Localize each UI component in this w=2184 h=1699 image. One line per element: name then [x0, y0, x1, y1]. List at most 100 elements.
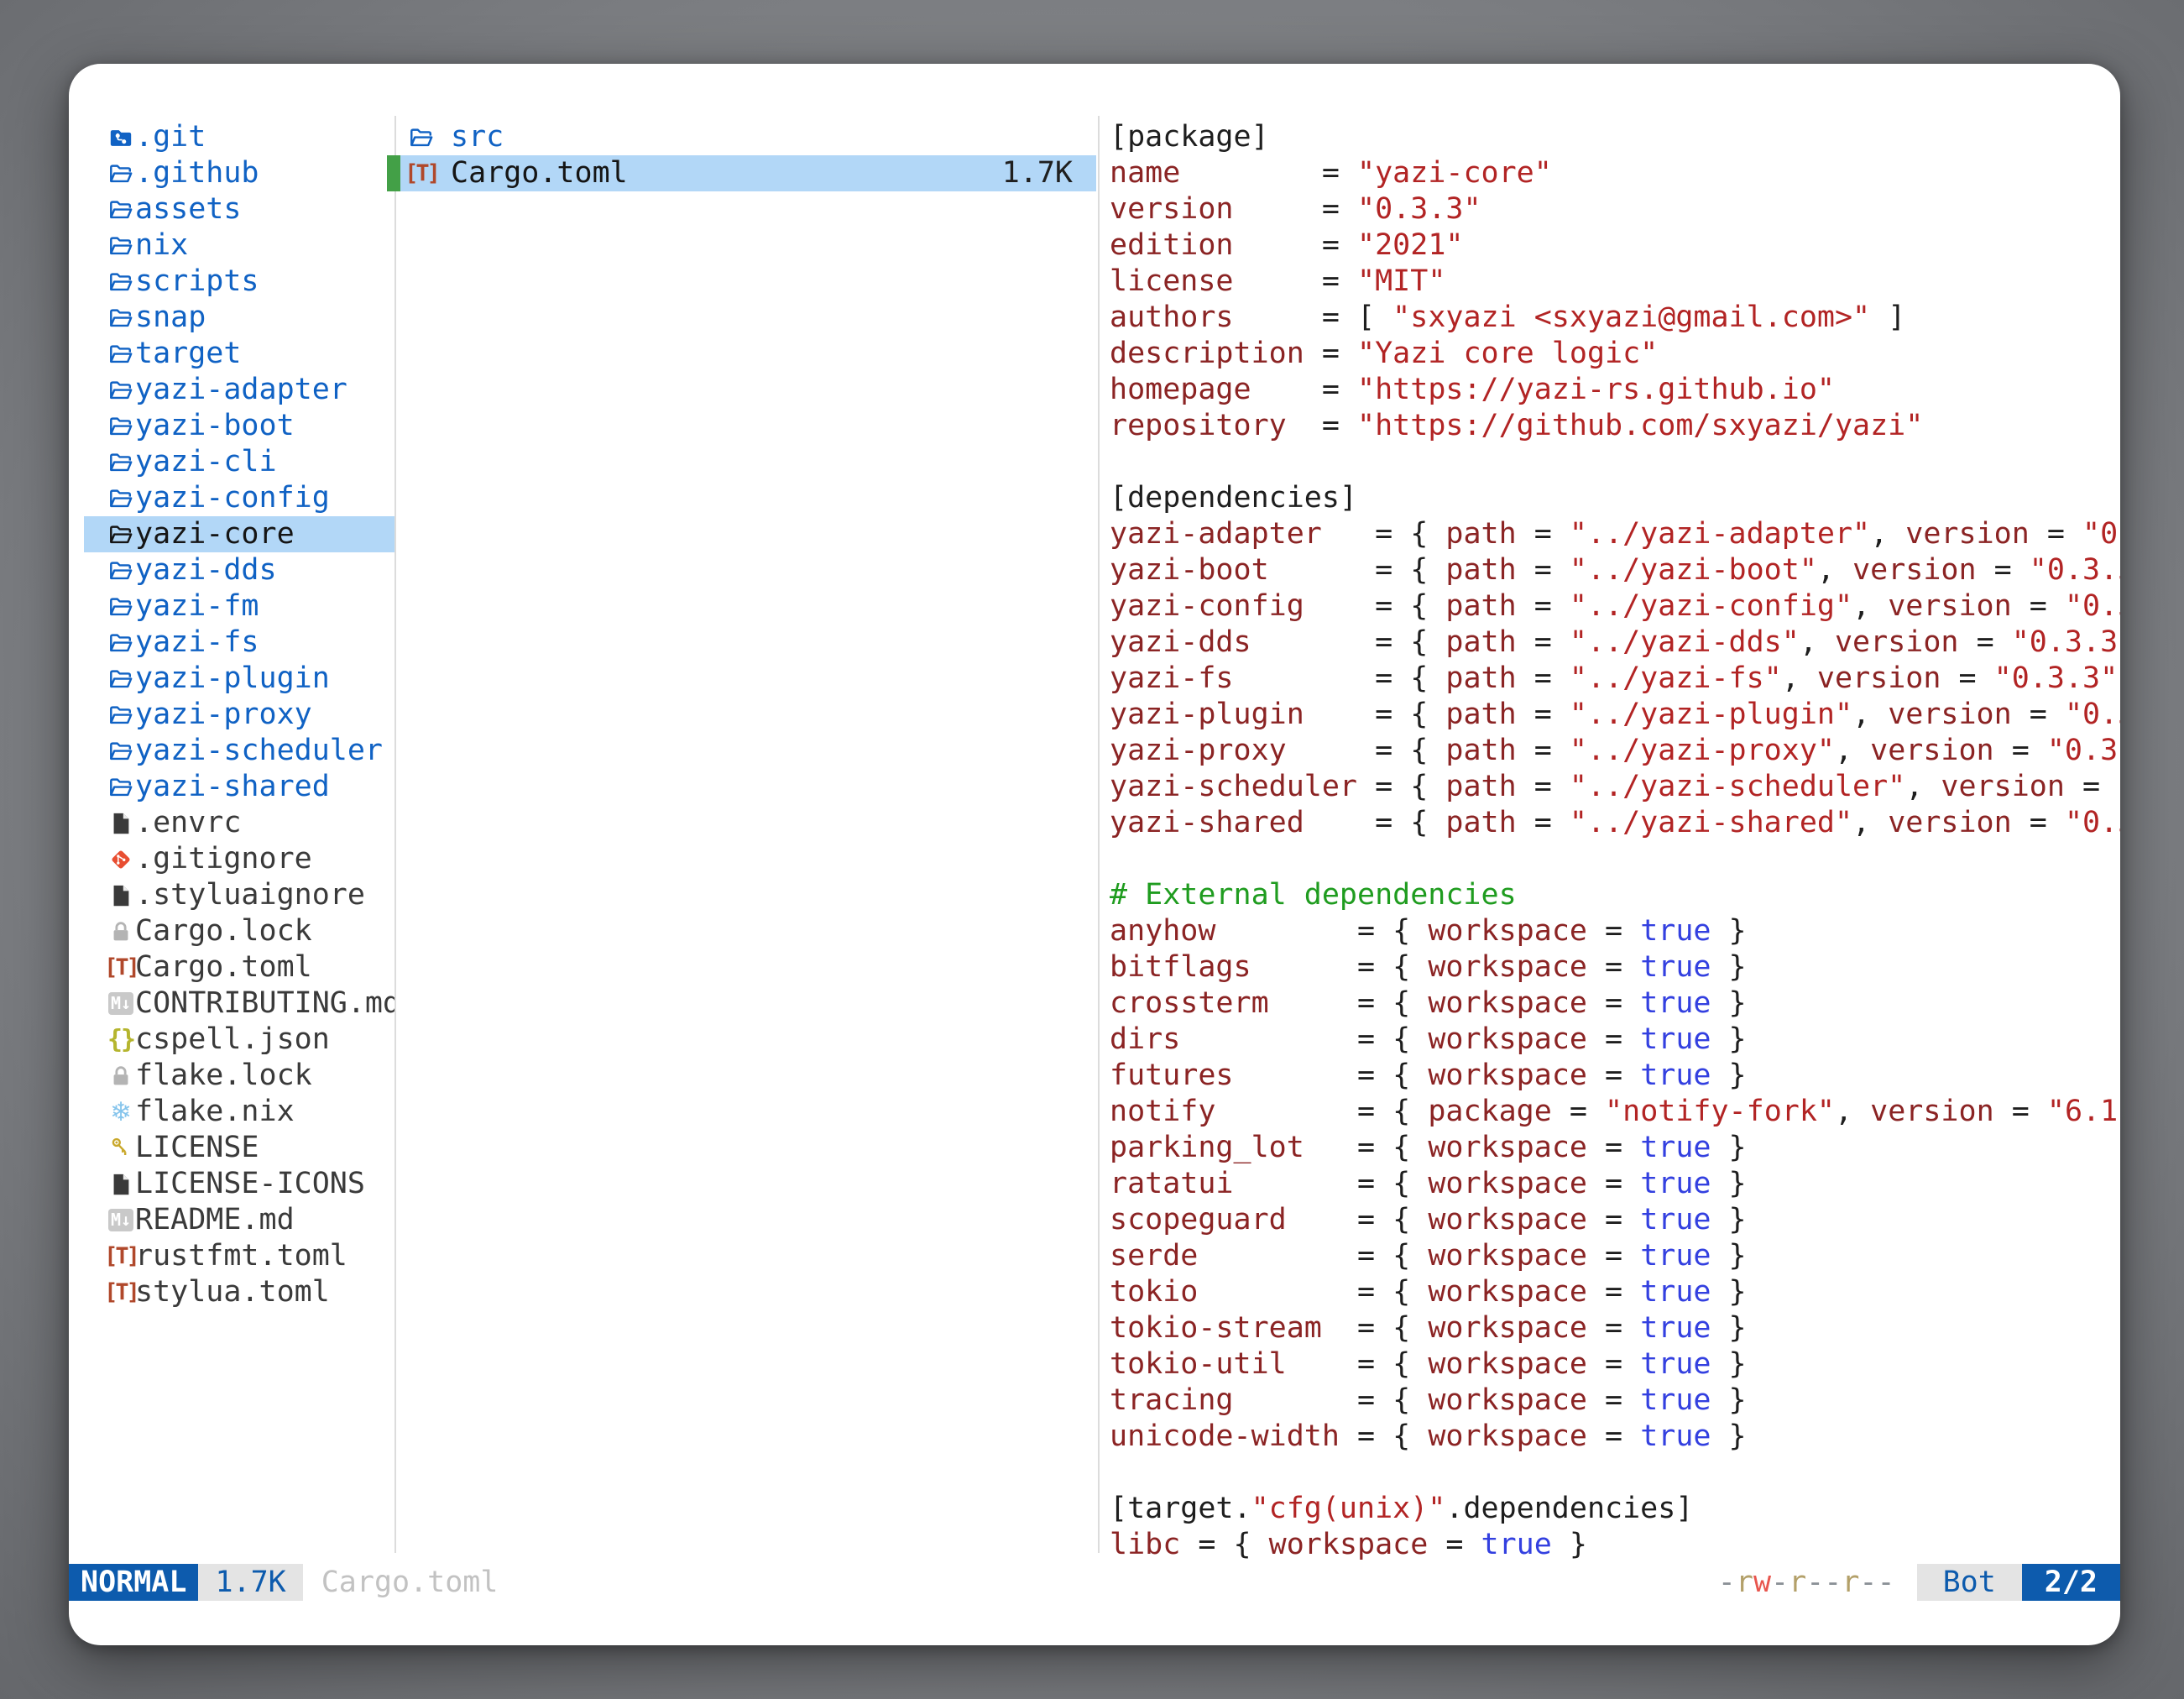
preview-line: version = "0.3.3"	[1110, 191, 2120, 227]
sidebar-item-yazi-shared[interactable]: yazi-shared	[84, 769, 394, 805]
folder-open-icon	[107, 486, 135, 511]
file-size-badge: 1.7K	[198, 1564, 302, 1601]
preview-line: yazi-dds = { path = "../yazi-dds", versi…	[1110, 625, 2120, 661]
folder-open-icon	[407, 125, 436, 150]
sidebar-item-cspell-json[interactable]: {}cspell.json	[84, 1022, 394, 1058]
file-icon	[107, 1172, 135, 1197]
sidebar-item-contributing-md[interactable]: M↓CONTRIBUTING.md	[84, 985, 394, 1022]
file-label: .envrc	[135, 805, 241, 841]
preview-line: libc = { workspace = true }	[1110, 1527, 2120, 1563]
folder-open-icon	[107, 342, 135, 367]
folder-open-icon	[107, 233, 135, 259]
folder-open-icon	[107, 558, 135, 583]
key-icon	[107, 1136, 135, 1161]
current-pane-file-list: src[T] Cargo.toml 1.7K	[400, 119, 1096, 191]
preview-pane[interactable]: [package]name = "yazi-core"version = "0.…	[1110, 119, 2120, 1566]
folder-open-icon	[107, 197, 135, 222]
preview-line	[1110, 1455, 2120, 1491]
sidebar-item-stylua-toml[interactable]: [T]stylua.toml	[84, 1274, 394, 1310]
toml-icon: [T]	[107, 949, 135, 985]
file-row-cargo-toml[interactable]: [T] Cargo.toml 1.7K	[400, 155, 1096, 191]
toml-icon: [T]	[107, 1274, 135, 1310]
file-label: yazi-shared	[135, 769, 330, 805]
sidebar-item-nix[interactable]: nix	[84, 227, 394, 264]
sidebar-item-license[interactable]: LICENSE	[84, 1130, 394, 1166]
preview-line: anyhow = { workspace = true }	[1110, 913, 2120, 949]
selection-marker	[387, 155, 400, 191]
sidebar-item-rustfmt-toml[interactable]: [T]rustfmt.toml	[84, 1238, 394, 1274]
file-label: Cargo.toml	[451, 155, 628, 191]
sidebar-item--github[interactable]: .github	[84, 155, 394, 191]
mode-badge: NORMAL	[69, 1564, 198, 1601]
file-label: yazi-fm	[135, 588, 259, 625]
sidebar-item-yazi-cli[interactable]: yazi-cli	[84, 444, 394, 480]
preview-line: tokio-stream = { workspace = true }	[1110, 1310, 2120, 1346]
sidebar-item-readme-md[interactable]: M↓README.md	[84, 1202, 394, 1238]
file-label: flake.nix	[135, 1094, 295, 1130]
file-label: .styluaignore	[135, 877, 365, 913]
file-label: LICENSE	[135, 1130, 259, 1166]
sidebar-item-license-icons[interactable]: LICENSE-ICONS	[84, 1166, 394, 1202]
sidebar-item-yazi-proxy[interactable]: yazi-proxy	[84, 697, 394, 733]
markdown-icon: M↓	[107, 1209, 135, 1231]
preview-line: yazi-plugin = { path = "../yazi-plugin",…	[1110, 697, 2120, 733]
sidebar-item-cargo-toml[interactable]: [T]Cargo.toml	[84, 949, 394, 985]
sidebar-item-cargo-lock[interactable]: Cargo.lock	[84, 913, 394, 949]
file-label: yazi-scheduler	[135, 733, 383, 769]
sidebar-item-yazi-adapter[interactable]: yazi-adapter	[84, 372, 394, 408]
file-label: nix	[135, 227, 188, 264]
file-label: Cargo.lock	[135, 913, 312, 949]
folder-open-icon	[107, 378, 135, 403]
sidebar-item-yazi-dds[interactable]: yazi-dds	[84, 552, 394, 588]
markdown-icon: M↓	[107, 992, 135, 1015]
toml-icon: [T]	[407, 155, 436, 191]
file-size-label: 1.7K	[1002, 155, 1073, 191]
preview-line: yazi-boot = { path = "../yazi-boot", ver…	[1110, 552, 2120, 588]
preview-line: serde = { workspace = true }	[1110, 1238, 2120, 1274]
sidebar-item-target[interactable]: target	[84, 336, 394, 372]
sidebar-item-yazi-scheduler[interactable]: yazi-scheduler	[84, 733, 394, 769]
file-label: flake.lock	[135, 1058, 312, 1094]
file-icon	[107, 883, 135, 908]
file-label: yazi-adapter	[135, 372, 347, 408]
lock-icon	[107, 919, 135, 944]
folder-open-icon	[107, 703, 135, 728]
folder-open-icon	[107, 306, 135, 331]
sidebar-item-yazi-fs[interactable]: yazi-fs	[84, 625, 394, 661]
preview-line: edition = "2021"	[1110, 227, 2120, 264]
preview-line: notify = { package = "notify-fork", vers…	[1110, 1094, 2120, 1130]
status-spacer	[498, 1564, 1717, 1601]
folder-open-icon	[107, 161, 135, 186]
sidebar-item-yazi-fm[interactable]: yazi-fm	[84, 588, 394, 625]
file-label: target	[135, 336, 241, 372]
sidebar-item-yazi-plugin[interactable]: yazi-plugin	[84, 661, 394, 697]
file-label: CONTRIBUTING.md	[135, 985, 394, 1022]
preview-line: scopeguard = { workspace = true }	[1110, 1202, 2120, 1238]
preview-line: crossterm = { workspace = true }	[1110, 985, 2120, 1022]
sidebar-item--envrc[interactable]: .envrc	[84, 805, 394, 841]
file-label: stylua.toml	[135, 1274, 330, 1310]
file-label: yazi-proxy	[135, 697, 312, 733]
sidebar-item--styluaignore[interactable]: .styluaignore	[84, 877, 394, 913]
preview-line	[1110, 841, 2120, 877]
sidebar-item-flake-lock[interactable]: flake.lock	[84, 1058, 394, 1094]
json-icon: {}	[107, 1022, 135, 1058]
sidebar-item-yazi-core[interactable]: yazi-core	[84, 516, 394, 552]
sidebar-item-yazi-boot[interactable]: yazi-boot	[84, 408, 394, 444]
sidebar-item-scripts[interactable]: scripts	[84, 264, 394, 300]
sidebar-item-snap[interactable]: snap	[84, 300, 394, 336]
file-row-src[interactable]: src	[400, 119, 1096, 155]
sidebar-item--gitignore[interactable]: .gitignore	[84, 841, 394, 877]
sidebar-item--git[interactable]: .git	[84, 119, 394, 155]
folder-open-icon	[107, 775, 135, 800]
file-label: yazi-cli	[135, 444, 277, 480]
file-label: yazi-fs	[135, 625, 259, 661]
sidebar-item-flake-nix[interactable]: ❄flake.nix	[84, 1094, 394, 1130]
parent-pane-file-list: .git.githubassetsnixscriptssnaptargetyaz…	[84, 119, 394, 1310]
file-label: yazi-core	[135, 516, 295, 552]
file-label: .git	[135, 119, 206, 155]
file-label: yazi-dds	[135, 552, 277, 588]
preview-line: authors = [ "sxyazi <sxyazi@gmail.com>" …	[1110, 300, 2120, 336]
sidebar-item-assets[interactable]: assets	[84, 191, 394, 227]
sidebar-item-yazi-config[interactable]: yazi-config	[84, 480, 394, 516]
